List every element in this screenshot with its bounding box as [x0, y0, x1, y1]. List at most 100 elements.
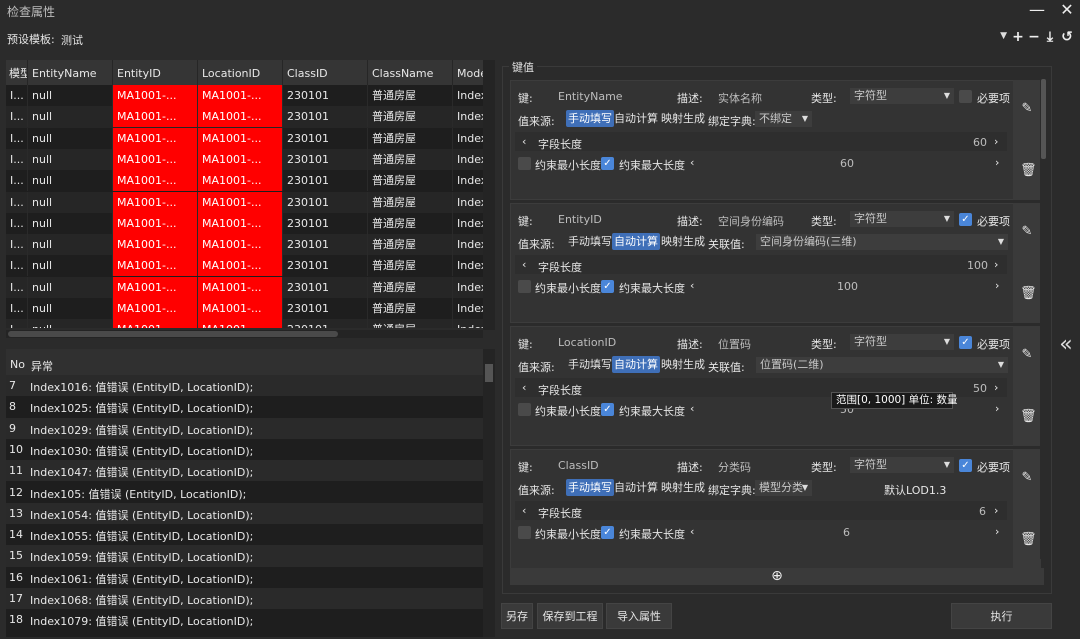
length-value[interactable]: 6: [843, 526, 850, 539]
table-row[interactable]: I...nullMA1001-...MA1001-...230101普通房屋In…: [6, 276, 483, 298]
table-row[interactable]: I...nullMA1001-...MA1001-...230101普通房屋In…: [6, 319, 483, 328]
table-cell[interactable]: Index: [453, 298, 483, 319]
trash-icon[interactable]: 🗑: [1020, 164, 1037, 178]
column-header[interactable]: ClassID: [283, 60, 368, 85]
source-auto-option[interactable]: 自动计算: [612, 233, 660, 250]
chevron-right-icon[interactable]: ›: [995, 156, 999, 169]
table-cell[interactable]: 230101: [283, 255, 368, 277]
scroll-thumb[interactable]: [485, 364, 493, 382]
table-cell[interactable]: 230101: [283, 234, 368, 256]
table-cell[interactable]: 230101: [283, 191, 368, 213]
chevron-right-icon[interactable]: ›: [995, 279, 999, 292]
table-cell[interactable]: I...: [6, 319, 28, 328]
table-cell[interactable]: Index: [453, 277, 483, 298]
column-header[interactable]: EntityName: [28, 60, 113, 85]
save-to-project-button[interactable]: 保存到工程: [537, 603, 603, 629]
max-length-checkbox[interactable]: ✓: [601, 526, 614, 539]
chevron-right-icon[interactable]: ›: [994, 504, 998, 517]
table-cell[interactable]: MA1001-...: [113, 85, 198, 106]
table-cell[interactable]: null: [28, 170, 113, 192]
column-header[interactable]: 模型: [6, 60, 28, 85]
table-cell[interactable]: null: [28, 127, 113, 149]
source-manual-option[interactable]: 手动填写: [566, 233, 614, 250]
source-mapped-option[interactable]: 映射生成: [659, 233, 707, 250]
type-select[interactable]: 字符型 ▼: [850, 88, 954, 104]
table-cell[interactable]: MA1001-...: [113, 127, 198, 149]
table-cell[interactable]: I...: [6, 234, 28, 256]
table-cell[interactable]: Index: [453, 213, 483, 234]
table-cell[interactable]: 普通房屋: [368, 255, 453, 277]
import-attributes-button[interactable]: 导入属性: [606, 603, 672, 629]
chevron-right-icon[interactable]: ›: [995, 525, 999, 538]
table-row[interactable]: I...nullMA1001-...MA1001-...230101普通房屋In…: [6, 212, 483, 235]
table-cell[interactable]: MA1001-...: [113, 191, 198, 213]
key-name[interactable]: ClassID: [558, 459, 599, 472]
table-cell[interactable]: Index: [453, 106, 483, 127]
table-cell[interactable]: 普通房屋: [368, 234, 453, 256]
collapse-panel-button[interactable]: «: [1054, 330, 1078, 360]
log-vertical-scrollbar[interactable]: [483, 349, 495, 637]
table-cell[interactable]: 230101: [283, 319, 368, 328]
key-name[interactable]: EntityName: [558, 90, 623, 103]
table-cell[interactable]: I...: [6, 191, 28, 213]
extra-select[interactable]: 空间身份编码(三维) ▼: [756, 234, 1008, 250]
table-cell[interactable]: MA1001-...: [198, 298, 283, 319]
edit-icon[interactable]: ✎: [1020, 102, 1034, 116]
desc-value[interactable]: 实体名称: [718, 90, 762, 106]
table-cell[interactable]: Index: [453, 255, 483, 276]
scroll-thumb[interactable]: [8, 331, 338, 337]
type-select[interactable]: 字符型 ▼: [850, 211, 954, 227]
table-cell[interactable]: MA1001-...: [113, 170, 198, 192]
table-cell[interactable]: I...: [6, 127, 28, 149]
log-row[interactable]: 9 Index1029: 值错误 (EntityID, LocationID);: [6, 417, 483, 439]
edit-icon[interactable]: ✎: [1020, 471, 1034, 485]
trash-icon[interactable]: 🗑: [1020, 533, 1037, 547]
table-cell[interactable]: MA1001-...: [113, 234, 198, 256]
table-row[interactable]: I...nullMA1001-...MA1001-...230101普通房屋In…: [6, 298, 483, 320]
table-cell[interactable]: MA1001-...: [113, 148, 198, 170]
table-cell[interactable]: MA1001-...: [198, 276, 283, 298]
chevron-left-icon[interactable]: ‹: [690, 525, 694, 538]
table-cell[interactable]: MA1001-...: [198, 106, 283, 128]
table-cell[interactable]: 普通房屋: [368, 148, 453, 170]
min-length-checkbox[interactable]: [518, 280, 531, 293]
desc-value[interactable]: 空间身份编码: [718, 213, 784, 229]
source-auto-option[interactable]: 自动计算: [612, 479, 660, 496]
table-cell[interactable]: MA1001-...: [113, 212, 198, 234]
table-cell[interactable]: 普通房屋: [368, 212, 453, 234]
chevron-left-icon[interactable]: ‹: [522, 135, 526, 148]
min-length-checkbox[interactable]: [518, 403, 531, 416]
desc-value[interactable]: 分类码: [718, 459, 751, 475]
column-header[interactable]: ClassName: [368, 60, 453, 85]
table-cell[interactable]: Index: [453, 319, 483, 328]
close-button[interactable]: ✕: [1056, 0, 1078, 22]
required-checkbox[interactable]: [959, 90, 972, 103]
scroll-thumb[interactable]: [1041, 79, 1046, 159]
source-mapped-option[interactable]: 映射生成: [659, 110, 707, 127]
table-cell[interactable]: MA1001-...: [198, 85, 283, 106]
table-cell[interactable]: I...: [6, 170, 28, 192]
key-name[interactable]: LocationID: [558, 336, 616, 349]
desc-value[interactable]: 位置码: [718, 336, 751, 352]
column-header[interactable]: LocationID: [198, 60, 283, 85]
table-cell[interactable]: 230101: [283, 127, 368, 149]
table-cell[interactable]: 普通房屋: [368, 191, 453, 213]
chevron-left-icon[interactable]: ‹: [690, 156, 694, 169]
table-cell[interactable]: null: [28, 212, 113, 234]
type-select[interactable]: 字符型 ▼: [850, 457, 954, 473]
table-cell[interactable]: MA1001-...: [198, 212, 283, 234]
table-cell[interactable]: 230101: [283, 170, 368, 192]
log-row[interactable]: 10 Index1030: 值错误 (EntityID, LocationID);: [6, 438, 483, 461]
trash-icon[interactable]: 🗑: [1020, 287, 1037, 301]
table-cell[interactable]: null: [28, 319, 113, 328]
max-length-checkbox[interactable]: ✓: [601, 280, 614, 293]
table-cell[interactable]: MA1001-...: [113, 319, 198, 328]
table-cell[interactable]: I...: [6, 212, 28, 234]
table-cell[interactable]: Index: [453, 234, 483, 255]
source-manual-option[interactable]: 手动填写: [566, 479, 614, 496]
chevron-right-icon[interactable]: ›: [994, 381, 998, 394]
table-row[interactable]: I...nullMA1001-...MA1001-...230101普通房屋In…: [6, 191, 483, 213]
minimize-button[interactable]: —: [1026, 0, 1048, 22]
chevron-right-icon[interactable]: ›: [994, 258, 998, 271]
add-key-button[interactable]: ⊕: [510, 568, 1044, 585]
